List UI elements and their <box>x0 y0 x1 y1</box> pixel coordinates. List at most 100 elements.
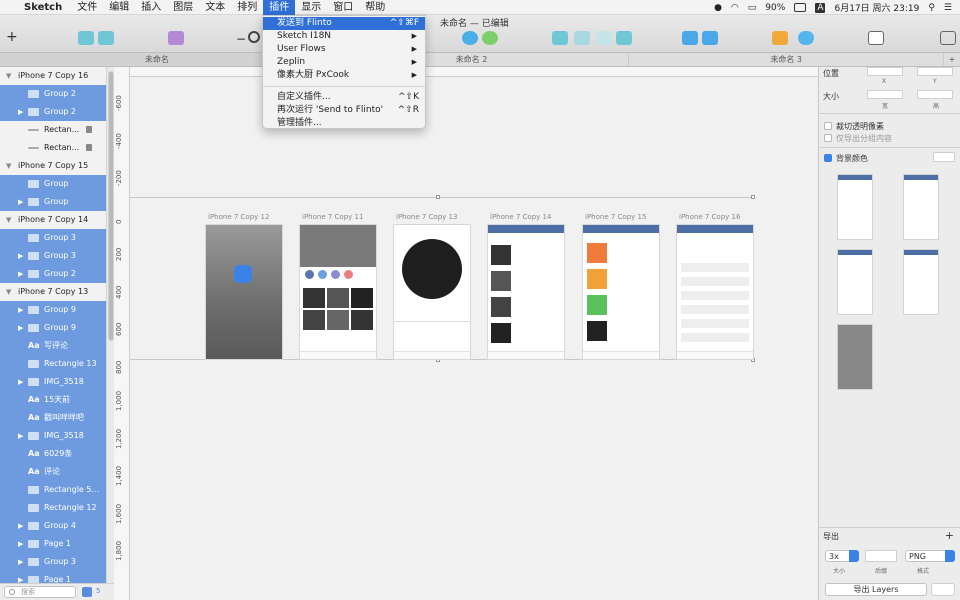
layer-row[interactable]: ▶ IMG_3518 <box>0 427 106 445</box>
filter-icon[interactable] <box>82 587 92 597</box>
layer-row[interactable]: Rectan... <box>0 121 106 139</box>
layer-row[interactable]: Rectangle 5... <box>0 481 106 499</box>
layer-artboard-row[interactable]: ▼ iPhone 7 Copy 13 <box>0 283 106 301</box>
disclosure-icon[interactable]: ▶ <box>18 319 23 337</box>
layer-row[interactable]: Aa 戳叫咩咩吧 <box>0 409 106 427</box>
artboard-label[interactable]: iPhone 7 Copy 14 <box>490 213 551 221</box>
artboard-feed[interactable] <box>488 225 564 359</box>
mask-icon[interactable] <box>616 31 632 45</box>
forward-icon[interactable] <box>682 31 698 45</box>
disclosure-icon[interactable]: ▶ <box>18 517 23 535</box>
layer-row[interactable]: Aa 写评论 <box>0 337 106 355</box>
symbol-icon[interactable] <box>78 31 94 45</box>
lock-icon[interactable] <box>86 126 92 133</box>
difference-icon[interactable] <box>574 31 590 45</box>
subtract-icon[interactable] <box>482 31 498 45</box>
plugin-menu-item[interactable]: 自定义插件... ^⇧K <box>263 91 425 104</box>
plugin-menu-item[interactable]: 发送到 Flinto ^⇧⌘F <box>263 17 425 30</box>
y-input[interactable] <box>917 67 953 76</box>
selection-handle[interactable] <box>436 195 440 199</box>
airplay-icon[interactable]: ▭ <box>748 3 757 13</box>
menu-layer[interactable]: 图层 <box>167 0 199 15</box>
clock[interactable]: 6月17日 周六 23:19 <box>834 1 919 14</box>
artboard-discover[interactable] <box>300 225 376 359</box>
layer-row[interactable]: ▶ Group 9 <box>0 301 106 319</box>
disclosure-icon[interactable]: ▶ <box>18 301 23 319</box>
view-icon[interactable] <box>868 31 884 45</box>
plugin-menu-item[interactable]: 再次运行 'Send to Flinto' ^⇧R <box>263 104 425 117</box>
layers-scrollbar[interactable] <box>106 67 114 583</box>
layer-row[interactable]: ▶ Group 2 <box>0 103 106 121</box>
zoom-icon[interactable] <box>248 31 260 43</box>
layer-row[interactable]: ▶ Group 3 <box>0 247 106 265</box>
artboard-charts[interactable] <box>583 225 659 359</box>
disclosure-icon[interactable]: ▼ <box>6 67 11 85</box>
flatten-icon[interactable] <box>596 31 612 45</box>
input-method-icon[interactable]: A <box>815 2 826 13</box>
layer-row[interactable]: Aa 评论 <box>0 463 106 481</box>
artboard-label[interactable]: iPhone 7 Copy 16 <box>679 213 740 221</box>
artboard-thumbnail[interactable] <box>837 174 873 240</box>
layer-artboard-row[interactable]: ▼ iPhone 7 Copy 15 <box>0 157 106 175</box>
layer-row[interactable]: Group 2 <box>0 85 106 103</box>
export-layers-button[interactable]: 导出 Layers <box>825 583 927 596</box>
layer-row[interactable]: Group <box>0 175 106 193</box>
suffix-input[interactable] <box>865 550 897 562</box>
layer-row[interactable]: Group 3 <box>0 229 106 247</box>
create-symbol-icon[interactable] <box>168 31 184 45</box>
artboard-label[interactable]: iPhone 7 Copy 11 <box>302 213 363 221</box>
artboard-label[interactable]: iPhone 7 Copy 12 <box>208 213 269 221</box>
artboard-label[interactable]: iPhone 7 Copy 13 <box>396 213 457 221</box>
background-color-well[interactable] <box>933 152 955 162</box>
layer-artboard-row[interactable]: ▼ iPhone 7 Copy 16 <box>0 67 106 85</box>
disclosure-icon[interactable]: ▶ <box>18 553 23 571</box>
app-menu[interactable]: Sketch <box>20 2 71 13</box>
plugin-menu-item[interactable]: User Flows ▶ <box>263 43 425 56</box>
artboard-thumbnail[interactable] <box>903 249 939 315</box>
document-title[interactable]: 未命名 — 已编辑 <box>440 16 509 29</box>
layer-row[interactable]: ▶ IMG_3518 <box>0 373 106 391</box>
disclosure-icon[interactable]: ▶ <box>18 373 23 391</box>
height-input[interactable] <box>917 90 953 99</box>
disclosure-icon[interactable]: ▶ <box>18 247 23 265</box>
disclosure-icon[interactable]: ▶ <box>18 535 23 553</box>
layer-row[interactable]: Rectan... <box>0 139 106 157</box>
cloud-icon[interactable] <box>798 31 814 45</box>
add-tab-button[interactable]: + <box>944 53 960 66</box>
layer-row[interactable]: ▶ Group 4 <box>0 517 106 535</box>
export-group-checkbox[interactable] <box>824 134 832 142</box>
canvas[interactable]: iPhone 7 Copy 12 iPhone 7 Copy 11 iPhone… <box>130 77 818 600</box>
width-input[interactable] <box>867 90 903 99</box>
layer-row[interactable]: Aa 15天前 <box>0 391 106 409</box>
disclosure-icon[interactable]: ▶ <box>18 103 23 121</box>
share-icon[interactable] <box>940 31 956 45</box>
artboard-label[interactable]: iPhone 7 Copy 15 <box>585 213 646 221</box>
scale-select[interactable]: 3x <box>825 550 859 562</box>
background-checkbox[interactable] <box>824 154 832 162</box>
battery-text[interactable]: 90% <box>765 3 785 13</box>
menu-view[interactable]: 显示 <box>295 0 327 15</box>
disclosure-icon[interactable]: ▼ <box>6 283 11 301</box>
artboard-thumbnail[interactable] <box>837 324 873 390</box>
union-icon[interactable] <box>462 31 478 45</box>
tab-3[interactable]: 未命名 3 <box>629 53 945 66</box>
artboard-thumbnail[interactable] <box>837 249 873 315</box>
menu-arrange[interactable]: 排列 <box>231 0 263 15</box>
layer-artboard-row[interactable]: ▼ iPhone 7 Copy 14 <box>0 211 106 229</box>
lock-icon[interactable] <box>86 144 92 151</box>
backward-icon[interactable] <box>702 31 718 45</box>
disclosure-icon[interactable]: ▶ <box>18 427 23 445</box>
mirror-icon[interactable] <box>772 31 788 45</box>
menu-file[interactable]: 文件 <box>71 0 103 15</box>
layer-row[interactable]: ▶ Page 1 <box>0 571 106 583</box>
artboard-profile[interactable] <box>677 225 753 359</box>
disclosure-icon[interactable]: ▶ <box>18 193 23 211</box>
notification-center-icon[interactable]: ☰ <box>944 3 952 13</box>
zoom-out-button[interactable]: − <box>236 32 246 46</box>
layers-search-input[interactable]: 搜索 <box>4 586 76 598</box>
wechat-icon[interactable]: ● <box>714 3 722 13</box>
group-icon[interactable] <box>98 31 114 45</box>
artboard-player[interactable] <box>394 225 470 359</box>
layer-row[interactable]: Aa 6029条 <box>0 445 106 463</box>
layer-row[interactable]: ▶ Group 9 <box>0 319 106 337</box>
